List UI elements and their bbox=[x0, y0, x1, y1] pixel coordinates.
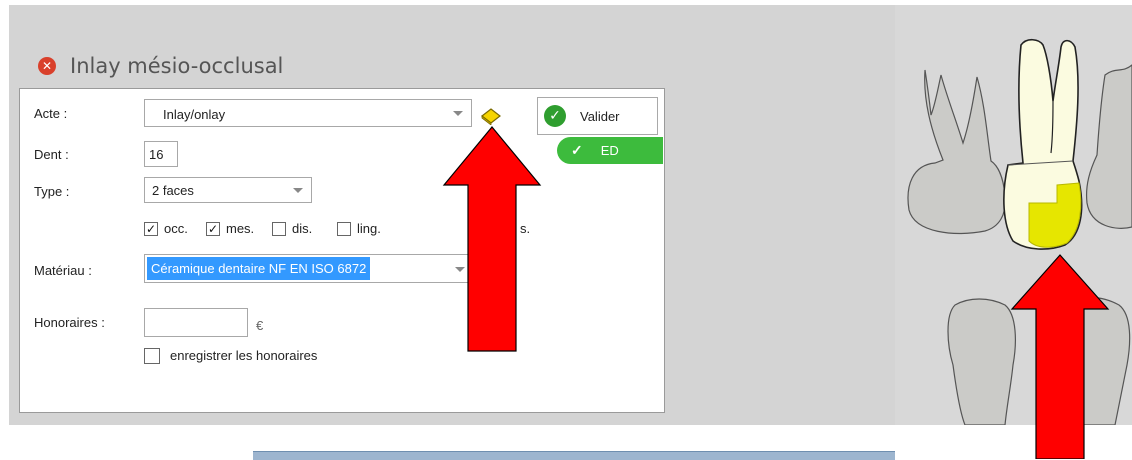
currency-symbol: € bbox=[256, 318, 264, 333]
check-circle-icon: ✓ bbox=[544, 105, 566, 127]
face-mes-label: mes. bbox=[226, 221, 255, 236]
tooth-lower-left[interactable] bbox=[947, 298, 1016, 425]
valider-label: Valider bbox=[580, 108, 620, 124]
honoraires-label: Honoraires : bbox=[34, 315, 105, 330]
type-select[interactable]: 2 faces bbox=[144, 177, 312, 203]
chevron-down-icon bbox=[293, 188, 303, 193]
face-ling-label: ling. bbox=[357, 221, 381, 236]
type-label: Type : bbox=[34, 184, 70, 199]
close-icon[interactable]: ✕ bbox=[38, 57, 56, 75]
dent-value: 16 bbox=[149, 147, 164, 162]
materiau-value: Céramique dentaire NF EN ISO 6872 bbox=[147, 257, 371, 280]
annotation-arrow-icon bbox=[1010, 254, 1110, 459]
book-icon[interactable] bbox=[480, 107, 502, 125]
dent-label: Dent : bbox=[34, 147, 69, 162]
materiau-label: Matériau : bbox=[34, 263, 92, 278]
materiau-select[interactable]: Céramique dentaire NF EN ISO 6872 bbox=[144, 254, 474, 283]
chevron-down-icon bbox=[453, 111, 463, 116]
save-fees-label: enregistrer les honoraires bbox=[170, 348, 318, 363]
acte-select[interactable]: Inlay/onlay bbox=[144, 99, 472, 127]
dialog-title: Inlay mésio-occlusal bbox=[70, 54, 284, 78]
status-badge: ✓ ED bbox=[557, 137, 663, 164]
annotation-arrow-icon bbox=[442, 126, 542, 352]
save-fees-checkbox[interactable] bbox=[144, 348, 160, 364]
dialog-header: ✕ Inlay mésio-occlusal bbox=[38, 48, 283, 84]
face-dis-label: dis. bbox=[292, 221, 313, 236]
type-value: 2 faces bbox=[152, 183, 194, 198]
valider-button[interactable]: ✓ Valider bbox=[537, 97, 658, 135]
face-occ-label: occ. bbox=[164, 221, 188, 236]
face-ling-checkbox[interactable] bbox=[337, 222, 351, 236]
tooth-left-upper[interactable] bbox=[907, 69, 1006, 235]
acte-value: Inlay/onlay bbox=[163, 107, 226, 122]
face-mes-checkbox[interactable]: ✓ bbox=[206, 222, 220, 236]
dent-field[interactable]: 16 bbox=[144, 141, 178, 167]
face-dis-checkbox[interactable] bbox=[272, 222, 286, 236]
face-occ-checkbox[interactable]: ✓ bbox=[144, 222, 158, 236]
acte-label: Acte : bbox=[34, 106, 68, 121]
tooth-right-upper[interactable] bbox=[1085, 64, 1132, 229]
check-icon: ✓ bbox=[571, 142, 583, 158]
status-badge-label: ED bbox=[600, 143, 619, 158]
honoraires-field[interactable] bbox=[144, 308, 248, 337]
